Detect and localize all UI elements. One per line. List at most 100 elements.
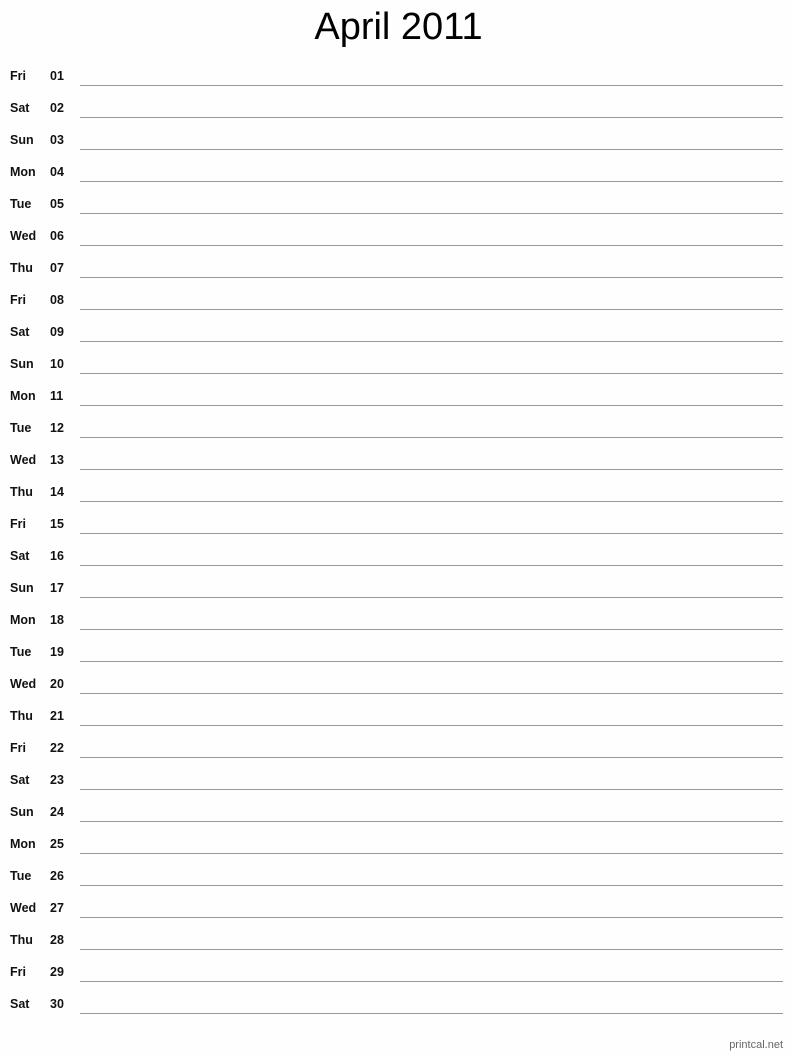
weekday-label: Thu: [10, 933, 33, 947]
date-number: 08: [50, 293, 64, 307]
day-row: Tue 26: [0, 856, 792, 888]
weekday-label: Fri: [10, 965, 26, 979]
weekday-label: Sun: [10, 133, 34, 147]
date-number: 27: [50, 901, 64, 915]
date-number: 21: [50, 709, 64, 723]
entry-line[interactable]: [80, 85, 783, 86]
weekday-label: Fri: [10, 69, 26, 83]
entry-line[interactable]: [80, 469, 783, 470]
date-number: 29: [50, 965, 64, 979]
weekday-label: Sun: [10, 357, 34, 371]
entry-line[interactable]: [80, 629, 783, 630]
date-number: 05: [50, 197, 64, 211]
entry-line[interactable]: [80, 341, 783, 342]
date-number: 30: [50, 997, 64, 1011]
entry-line[interactable]: [80, 661, 783, 662]
day-row: Mon 25: [0, 824, 792, 856]
weekday-label: Fri: [10, 741, 26, 755]
entry-line[interactable]: [80, 373, 783, 374]
date-number: 16: [50, 549, 64, 563]
entry-line[interactable]: [80, 149, 783, 150]
date-number: 20: [50, 677, 64, 691]
weekday-label: Sun: [10, 581, 34, 595]
weekday-label: Sat: [10, 549, 30, 563]
day-row: Tue 05: [0, 184, 792, 216]
entry-line[interactable]: [80, 757, 783, 758]
weekday-label: Sat: [10, 997, 30, 1011]
entry-line[interactable]: [80, 1013, 783, 1014]
date-number: 15: [50, 517, 64, 531]
weekday-label: Mon: [10, 389, 36, 403]
day-row: Tue 12: [0, 408, 792, 440]
date-number: 02: [50, 101, 64, 115]
entry-line[interactable]: [80, 213, 783, 214]
date-number: 01: [50, 69, 64, 83]
day-row: Sat 02: [0, 88, 792, 120]
weekday-label: Fri: [10, 517, 26, 531]
date-number: 26: [50, 869, 64, 883]
date-number: 10: [50, 357, 64, 371]
weekday-label: Mon: [10, 837, 36, 851]
entry-line[interactable]: [80, 181, 783, 182]
entry-line[interactable]: [80, 405, 783, 406]
day-row: Tue 19: [0, 632, 792, 664]
entry-line[interactable]: [80, 117, 783, 118]
weekday-label: Sun: [10, 805, 34, 819]
entry-line[interactable]: [80, 693, 783, 694]
day-row: Thu 21: [0, 696, 792, 728]
day-row: Sat 16: [0, 536, 792, 568]
entry-line[interactable]: [80, 789, 783, 790]
entry-line[interactable]: [80, 309, 783, 310]
day-row: Wed 27: [0, 888, 792, 920]
day-row: Fri 08: [0, 280, 792, 312]
date-number: 22: [50, 741, 64, 755]
date-number: 12: [50, 421, 64, 435]
entry-line[interactable]: [80, 917, 783, 918]
day-row: Fri 29: [0, 952, 792, 984]
entry-line[interactable]: [80, 501, 783, 502]
day-row: Fri 01: [0, 56, 792, 88]
day-row: Sun 24: [0, 792, 792, 824]
day-row: Thu 07: [0, 248, 792, 280]
day-row: Wed 20: [0, 664, 792, 696]
day-row: Wed 13: [0, 440, 792, 472]
entry-line[interactable]: [80, 981, 783, 982]
entry-line[interactable]: [80, 245, 783, 246]
weekday-label: Mon: [10, 613, 36, 627]
weekday-label: Thu: [10, 485, 33, 499]
date-number: 14: [50, 485, 64, 499]
entry-line[interactable]: [80, 949, 783, 950]
weekday-label: Tue: [10, 645, 32, 659]
entry-line[interactable]: [80, 565, 783, 566]
weekday-label: Thu: [10, 261, 33, 275]
weekday-label: Mon: [10, 165, 36, 179]
weekday-label: Sat: [10, 325, 30, 339]
entry-line[interactable]: [80, 437, 783, 438]
date-number: 23: [50, 773, 64, 787]
day-row: Fri 15: [0, 504, 792, 536]
date-number: 09: [50, 325, 64, 339]
day-row: Sun 17: [0, 568, 792, 600]
entry-line[interactable]: [80, 533, 783, 534]
weekday-label: Tue: [10, 197, 32, 211]
weekday-label: Sat: [10, 773, 30, 787]
entry-line[interactable]: [80, 885, 783, 886]
entry-line[interactable]: [80, 597, 783, 598]
weekday-label: Wed: [10, 677, 37, 691]
entry-line[interactable]: [80, 725, 783, 726]
date-number: 18: [50, 613, 64, 627]
date-number: 06: [50, 229, 64, 243]
date-number: 03: [50, 133, 64, 147]
day-row: Sun 03: [0, 120, 792, 152]
date-number: 25: [50, 837, 64, 851]
entry-line[interactable]: [80, 821, 783, 822]
entry-line[interactable]: [80, 853, 783, 854]
day-row: Mon 04: [0, 152, 792, 184]
day-row: Thu 14: [0, 472, 792, 504]
entry-line[interactable]: [80, 277, 783, 278]
weekday-label: Wed: [10, 453, 37, 467]
weekday-label: Tue: [10, 869, 32, 883]
page-title: April 2011: [314, 6, 483, 48]
day-row: Sat 09: [0, 312, 792, 344]
weekday-label: Wed: [10, 229, 37, 243]
